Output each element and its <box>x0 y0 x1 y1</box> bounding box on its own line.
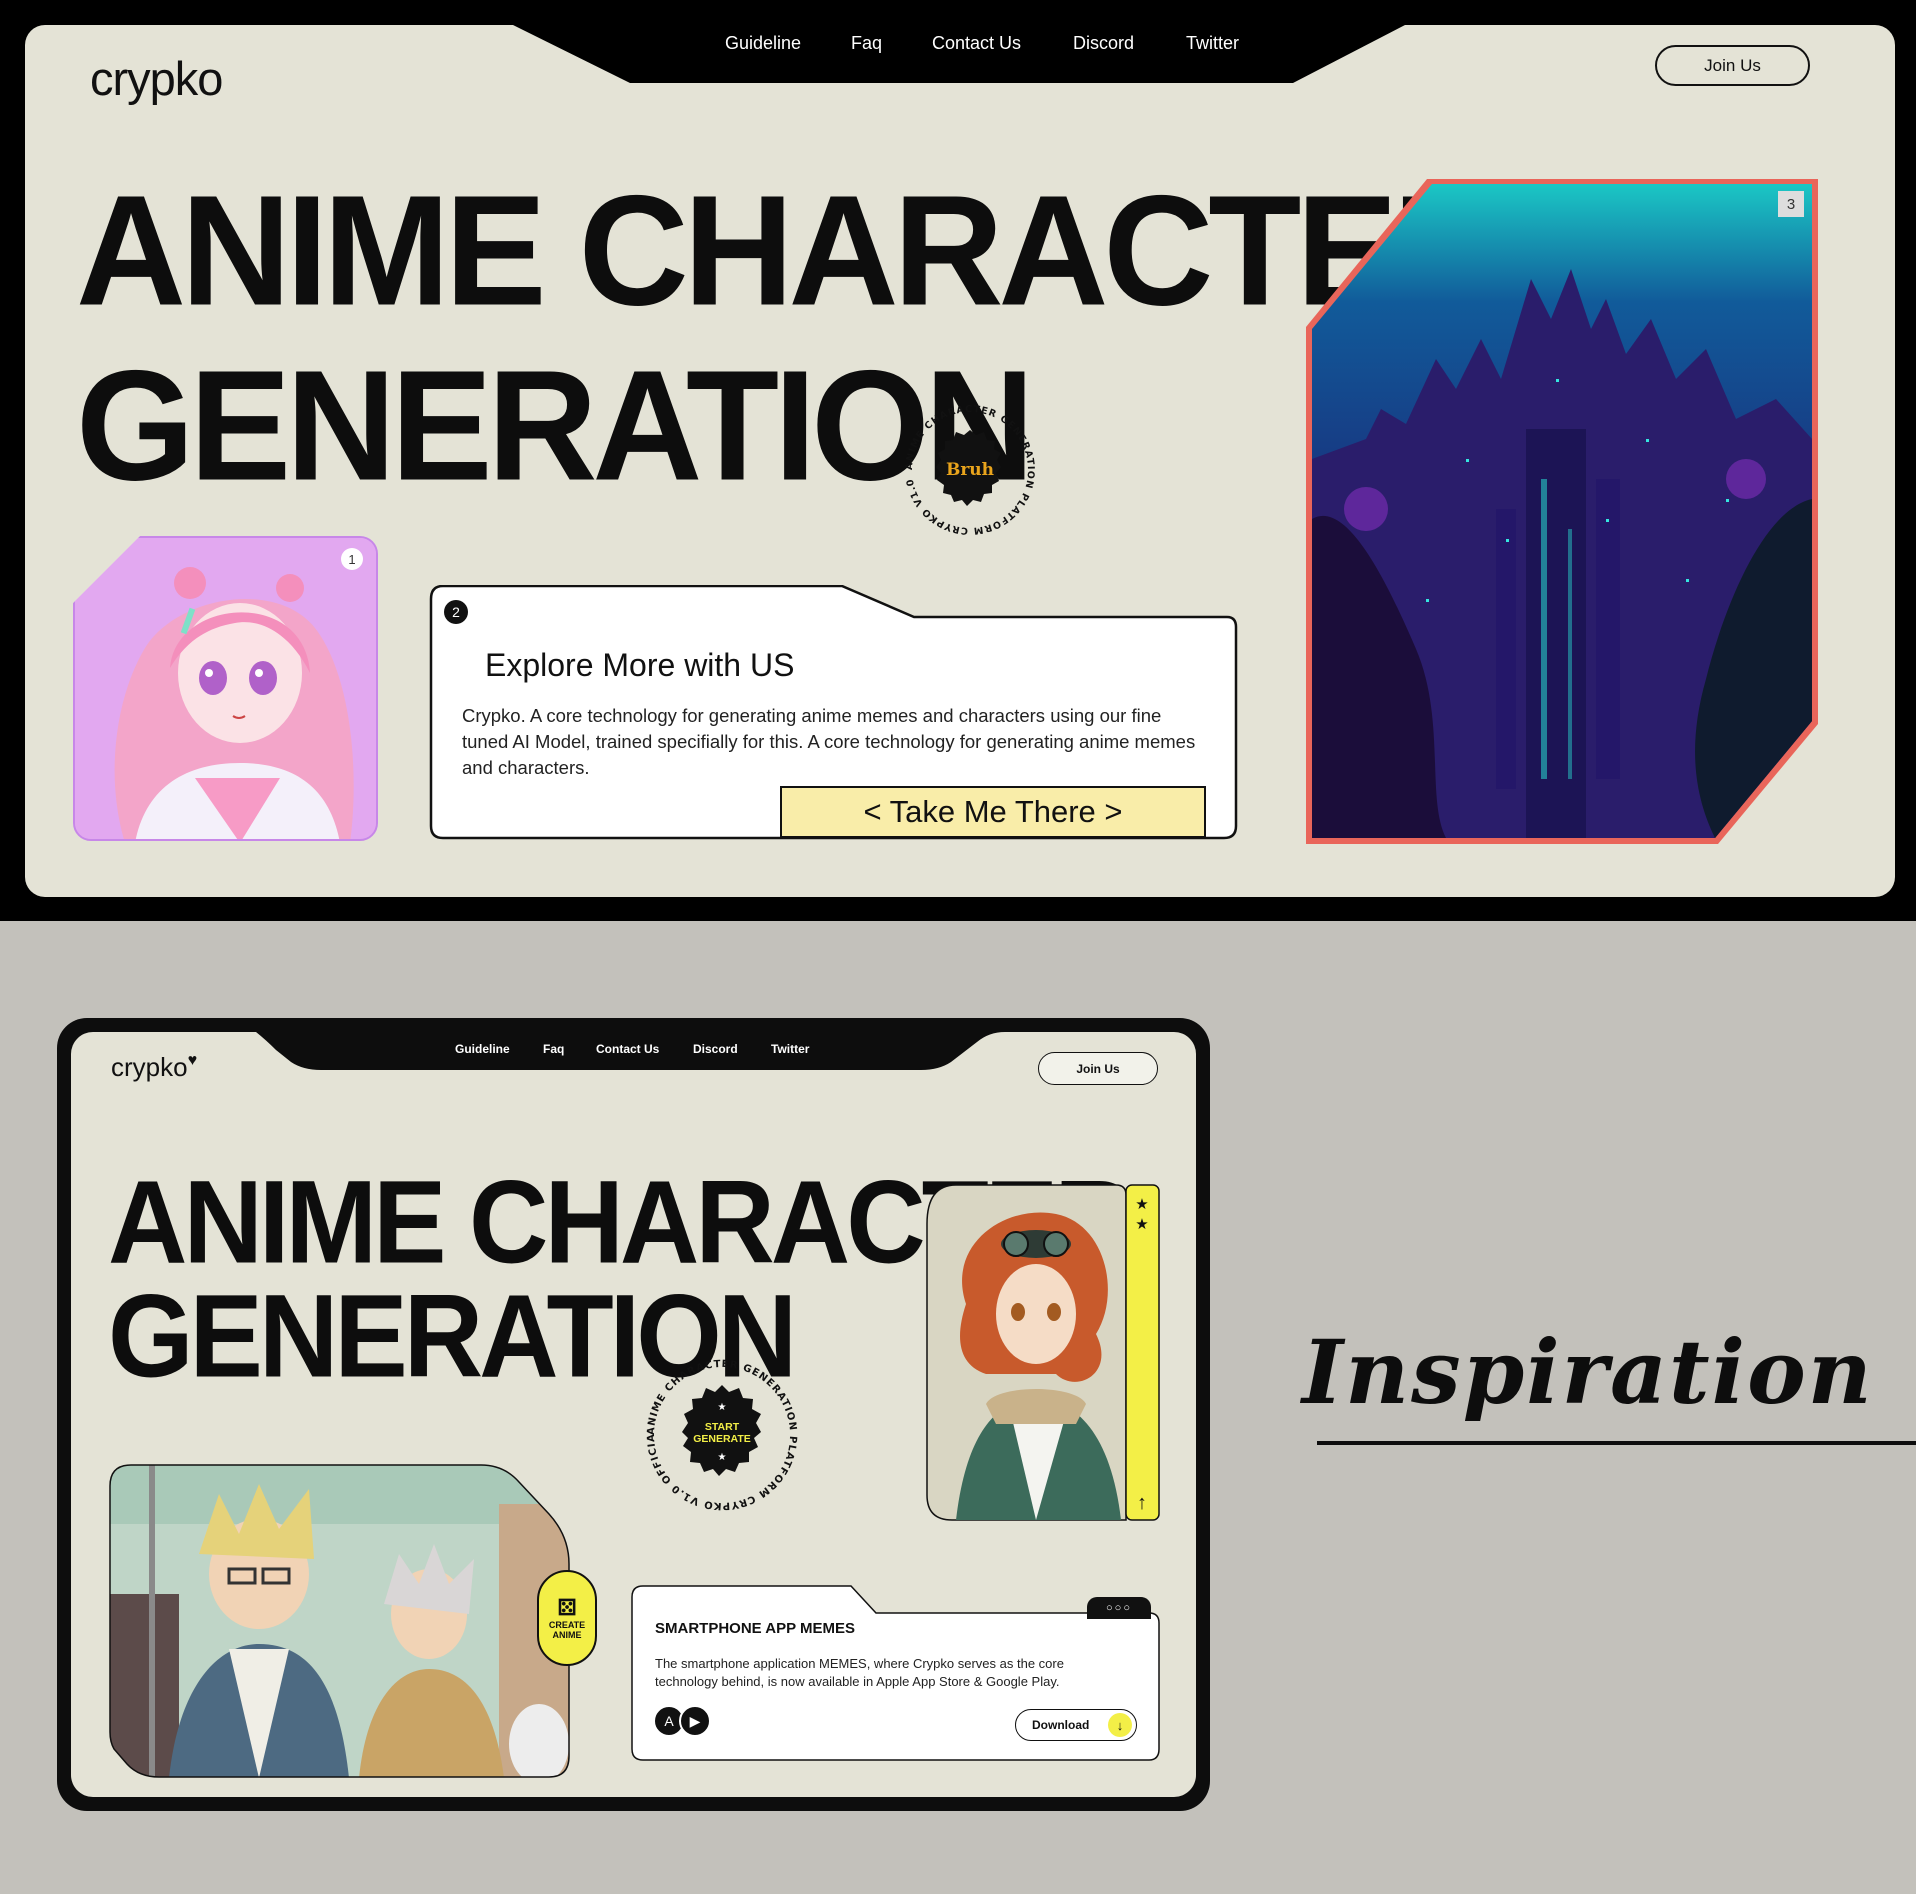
bottom-nav-faq[interactable]: Faq <box>543 1042 564 1056</box>
top-circular-seal[interactable]: ANIME CHARACTER GENERATION PLATFORM CRYP… <box>885 385 1055 555</box>
smartphone-app-card: ○○○ SMARTPHONE APP MEMES The smartphone … <box>631 1585 1161 1761</box>
app-card-title: SMARTPHONE APP MEMES <box>655 1620 856 1637</box>
explore-title: Explore More with US <box>485 647 795 683</box>
bottom-page-card: crypko♥ Guideline Faq Contact Us Discord… <box>71 1032 1196 1797</box>
inspiration-label: Inspiration <box>1302 1320 1874 1424</box>
bottom-nav-discord[interactable]: Discord <box>693 1042 738 1056</box>
anime-girl-card[interactable]: 1 <box>73 536 378 841</box>
inspiration-underline <box>1317 1441 1916 1445</box>
play-store-icon[interactable]: ▶ <box>679 1705 711 1737</box>
anime-label: ANIME <box>552 1630 582 1640</box>
top-seal-center-text: Bruh <box>946 460 994 480</box>
pink-anime-girl-image <box>75 538 376 839</box>
top-hero-title-line1: ANIME CHARACTER <box>76 163 1503 339</box>
anime-boys-image[interactable] <box>109 1464 570 1778</box>
bottom-circular-seal[interactable]: ANIME CHARACTER GENERATION PLATFORM CRYP… <box>637 1350 807 1520</box>
top-nav-guideline[interactable]: Guideline <box>725 33 801 54</box>
top-join-button[interactable]: Join Us <box>1655 45 1810 86</box>
seal-generate-text: GENERATE <box>693 1433 751 1445</box>
card-number-badge-3: 3 <box>1778 191 1804 217</box>
bottom-nav-guideline[interactable]: Guideline <box>455 1042 510 1056</box>
pixel-city-image[interactable] <box>1306 179 1818 844</box>
top-nav-contact-us[interactable]: Contact Us <box>932 33 1021 54</box>
top-nav: Guideline Faq Contact Us Discord Twitter <box>25 25 1895 85</box>
dice-icon: ⚄ <box>557 1595 577 1620</box>
bottom-nav: Guideline Faq Contact Us Discord Twitter <box>71 1032 1196 1072</box>
top-mockup: crypko Guideline Faq Contact Us Discord … <box>0 0 1916 921</box>
star-icon: ★ <box>1135 1216 1148 1233</box>
star-icon: ★ <box>1135 1196 1148 1213</box>
more-dots-icon[interactable]: ○○○ <box>1087 1597 1151 1619</box>
bottom-nav-twitter[interactable]: Twitter <box>771 1042 809 1056</box>
create-label: CREATE <box>548 1620 586 1630</box>
take-me-there-button[interactable]: < Take Me There > <box>780 786 1206 838</box>
top-nav-discord[interactable]: Discord <box>1073 33 1134 54</box>
store-icons: A ▶ <box>653 1705 711 1737</box>
explore-card: 2 Explore More with US Crypko. A core te… <box>429 585 1238 840</box>
seal-start-text: START <box>705 1421 740 1433</box>
top-nav-twitter[interactable]: Twitter <box>1186 33 1239 54</box>
app-card-description: The smartphone application MEMES, where … <box>655 1656 1064 1689</box>
download-button[interactable]: Download ↓ <box>1015 1709 1137 1741</box>
create-anime-button[interactable]: ⚄ CREATE ANIME <box>537 1570 597 1666</box>
explore-description: Crypko. A core technology for generating… <box>462 705 1196 778</box>
star-icon: ★ <box>718 1402 727 1413</box>
bottom-mockup-frame: crypko♥ Guideline Faq Contact Us Discord… <box>57 1018 1210 1811</box>
redhead-girl-card[interactable]: ★ ★ ↑ <box>926 1184 1160 1521</box>
top-page-card: crypko Guideline Faq Contact Us Discord … <box>25 25 1895 897</box>
card-number-badge-2: 2 <box>444 600 468 624</box>
download-label: Download <box>1032 1718 1090 1732</box>
top-nav-faq[interactable]: Faq <box>851 33 882 54</box>
bottom-join-button[interactable]: Join Us <box>1038 1052 1158 1085</box>
download-icon: ↓ <box>1108 1713 1132 1737</box>
bottom-nav-contact-us[interactable]: Contact Us <box>596 1042 659 1056</box>
arrow-up-icon[interactable]: ↑ <box>1137 1492 1147 1514</box>
star-icon: ★ <box>718 1452 727 1463</box>
card-number-badge-1: 1 <box>341 548 363 570</box>
